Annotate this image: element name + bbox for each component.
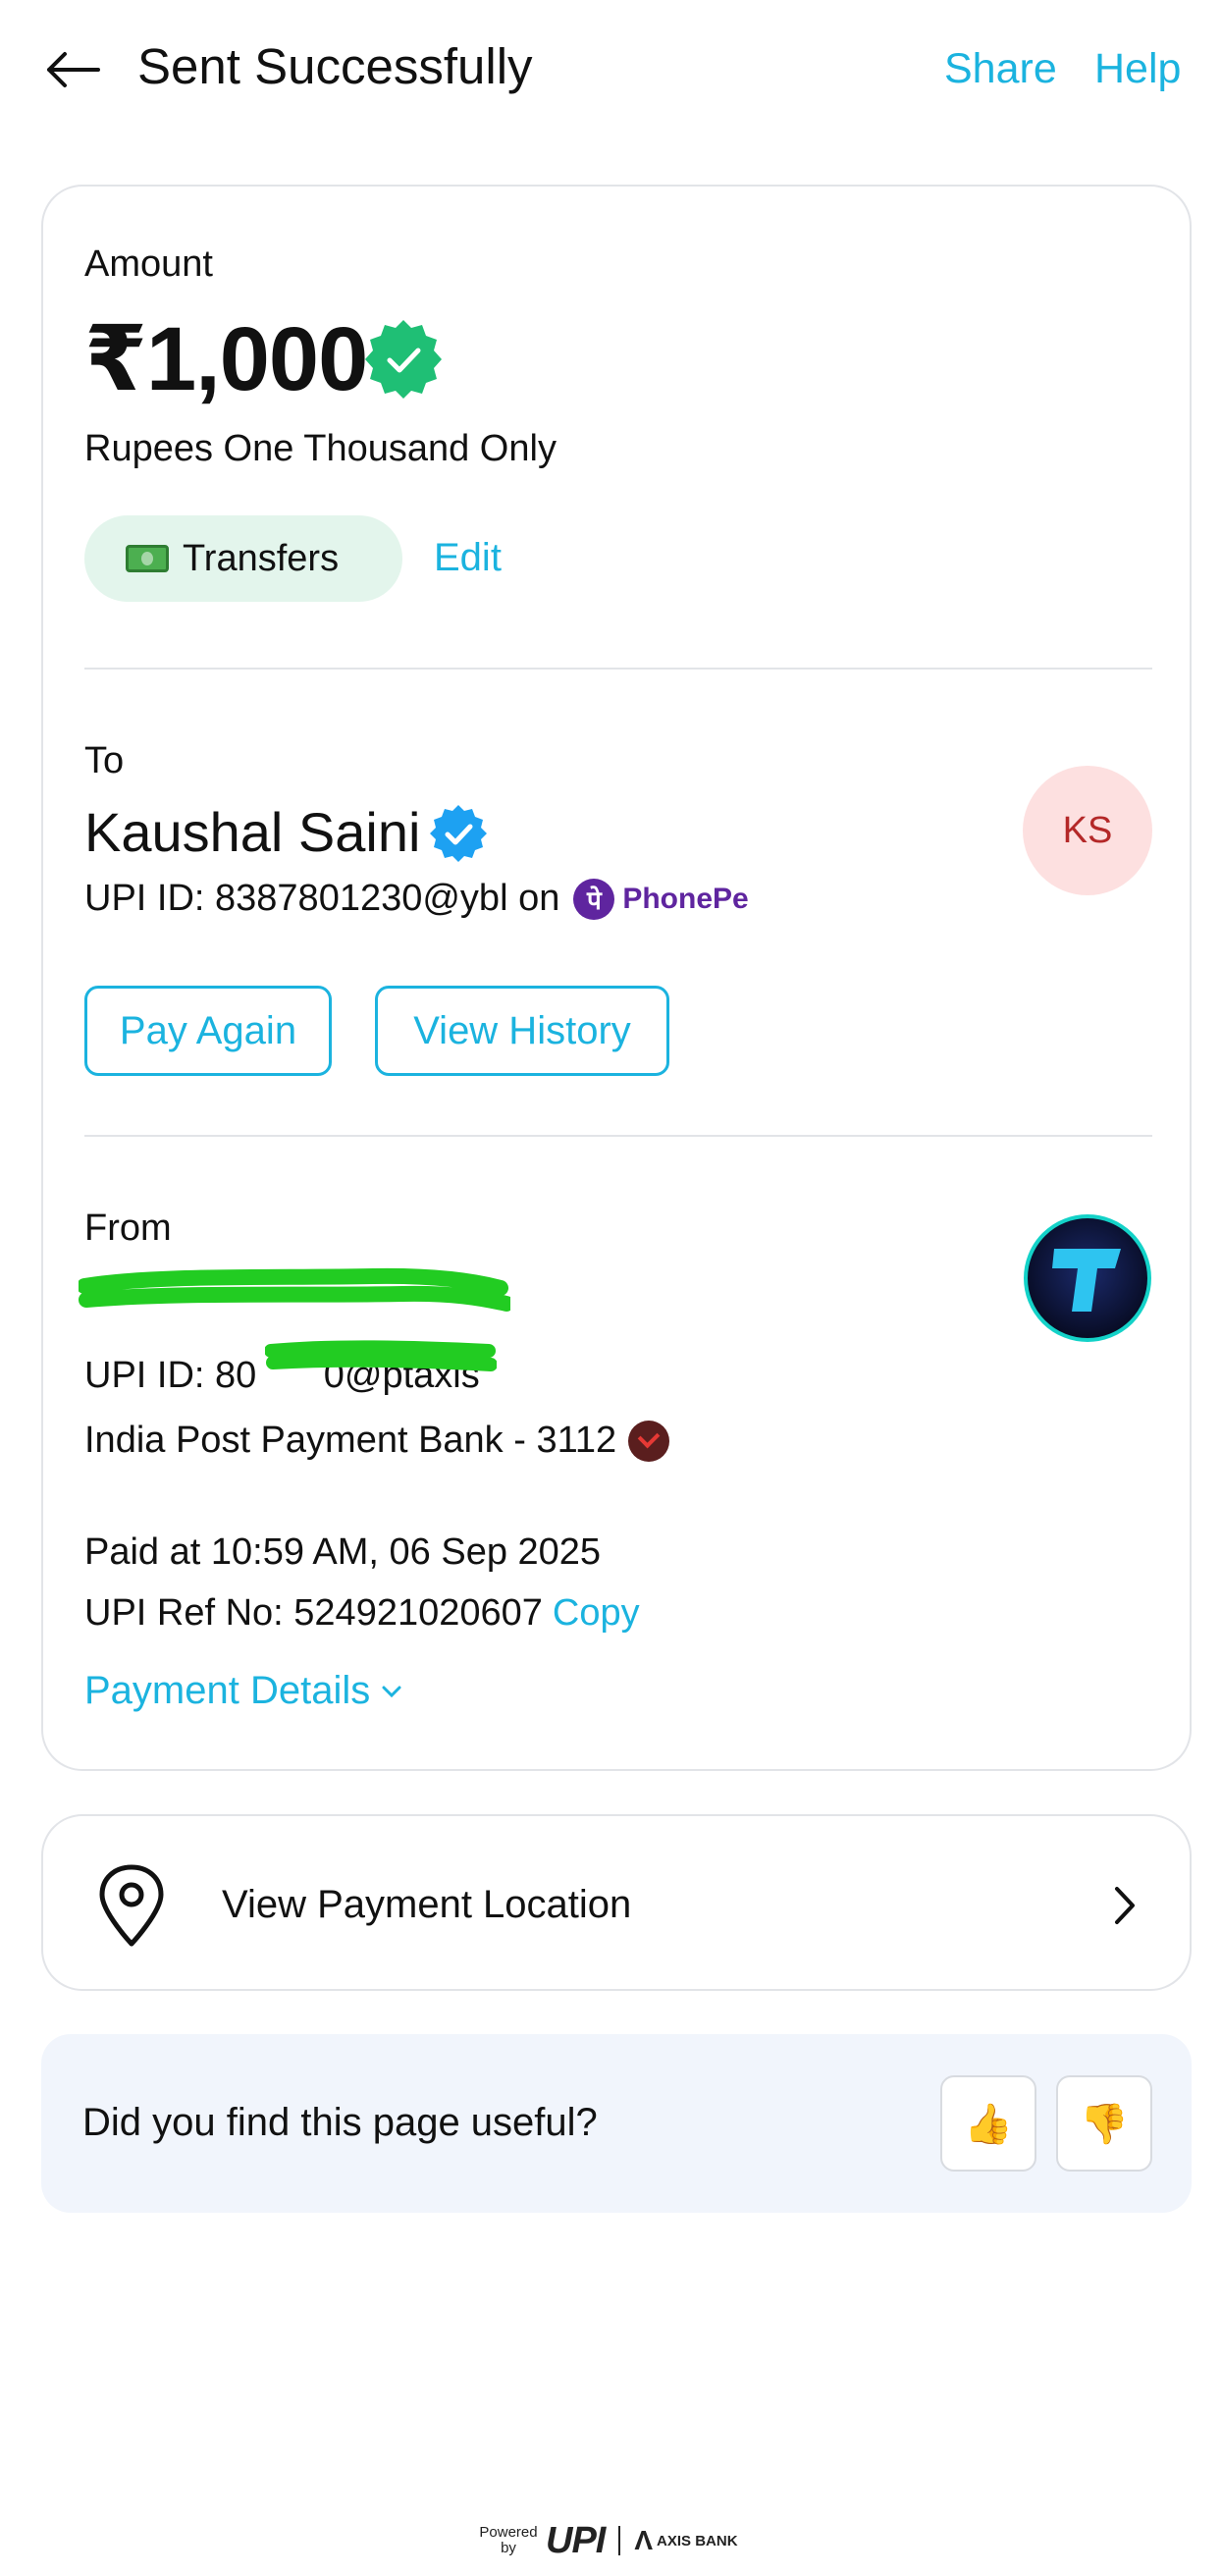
copy-ref-button[interactable]: Copy — [553, 1592, 640, 1634]
feedback-panel: Did you find this page useful? 👍 👎 — [41, 2034, 1192, 2213]
feedback-question: Did you find this page useful? — [82, 2101, 598, 2144]
back-arrow-icon — [47, 52, 100, 87]
thumbs-down-icon: 👎 — [1080, 2102, 1129, 2146]
recipient-name: Kaushal Saini — [84, 801, 421, 863]
view-history-button[interactable]: View History — [375, 986, 669, 1076]
divider — [84, 1135, 1152, 1137]
chevron-down-icon — [382, 1686, 401, 1697]
category-label: Transfers — [183, 537, 340, 579]
phonepe-icon: पे — [573, 878, 615, 920]
redaction-scribble — [265, 1340, 497, 1371]
thumbs-up-button[interactable]: 👍 — [940, 2075, 1036, 2172]
amount-value: ₹1,000 — [84, 309, 368, 409]
divider — [618, 2526, 621, 2555]
recipient-avatar: KS — [1023, 766, 1152, 895]
powered-by-text: Powered by — [479, 2524, 538, 2556]
money-icon — [126, 545, 169, 572]
help-button[interactable]: Help — [1094, 45, 1181, 93]
axis-bank-logo: Λ AXIS BANK — [634, 2525, 737, 2556]
success-check-icon — [365, 320, 442, 399]
view-payment-location-button[interactable]: View Payment Location — [41, 1814, 1192, 1991]
bank-logo-icon — [628, 1420, 670, 1462]
upi-ref-row: UPI Ref No: 524921020607 Copy — [84, 1592, 640, 1635]
amount-label: Amount — [84, 243, 213, 285]
sender-avatar — [1024, 1214, 1151, 1342]
page-title: Sent Successfully — [137, 38, 533, 94]
sender-bank-text: India Post Payment Bank - 3112 — [84, 1420, 617, 1461]
edit-category-button[interactable]: Edit — [434, 536, 502, 580]
paid-at: Paid at 10:59 AM, 06 Sep 2025 — [84, 1531, 602, 1573]
share-button[interactable]: Share — [944, 45, 1057, 93]
pay-again-button[interactable]: Pay Again — [84, 986, 332, 1076]
chevron-right-icon — [1115, 1887, 1135, 1924]
recipient-upi-id: UPI ID: 8387801230@ybl on पे PhonePe — [84, 878, 749, 920]
redaction-scribble — [79, 1267, 510, 1312]
back-button[interactable] — [43, 45, 102, 94]
recipient-upi-text: UPI ID: 8387801230@ybl on — [84, 878, 560, 919]
payment-details-toggle[interactable]: Payment Details — [84, 1669, 405, 1713]
location-label: View Payment Location — [222, 1883, 632, 1926]
top-bar: Sent Successfully Share Help — [0, 0, 1221, 142]
axis-bank-label: AXIS BANK — [657, 2532, 738, 2549]
powered-by-footer: Powered by UPI Λ AXIS BANK — [477, 2519, 737, 2562]
sender-bank: India Post Payment Bank - 3112 — [84, 1420, 670, 1462]
from-label: From — [84, 1208, 172, 1249]
verified-badge-icon — [430, 805, 487, 862]
phonepe-logo: पे PhonePe — [573, 878, 749, 920]
transaction-card: Amount ₹1,000 Rupees One Thousand Only T… — [41, 185, 1192, 1771]
to-label: To — [84, 740, 125, 781]
upi-ref-number: UPI Ref No: 524921020607 — [84, 1592, 543, 1634]
axis-logo-icon: Λ — [634, 2525, 654, 2555]
phonepe-label: PhonePe — [622, 882, 749, 915]
upi-logo: UPI — [546, 2519, 606, 2561]
thumbs-up-icon: 👍 — [964, 2102, 1013, 2146]
thumbs-down-button[interactable]: 👎 — [1056, 2075, 1152, 2172]
divider — [84, 668, 1152, 670]
amount-in-words: Rupees One Thousand Only — [84, 428, 557, 469]
category-tag[interactable]: Transfers — [84, 515, 402, 602]
location-pin-icon — [99, 1864, 164, 1947]
payment-details-label: Payment Details — [84, 1669, 371, 1712]
